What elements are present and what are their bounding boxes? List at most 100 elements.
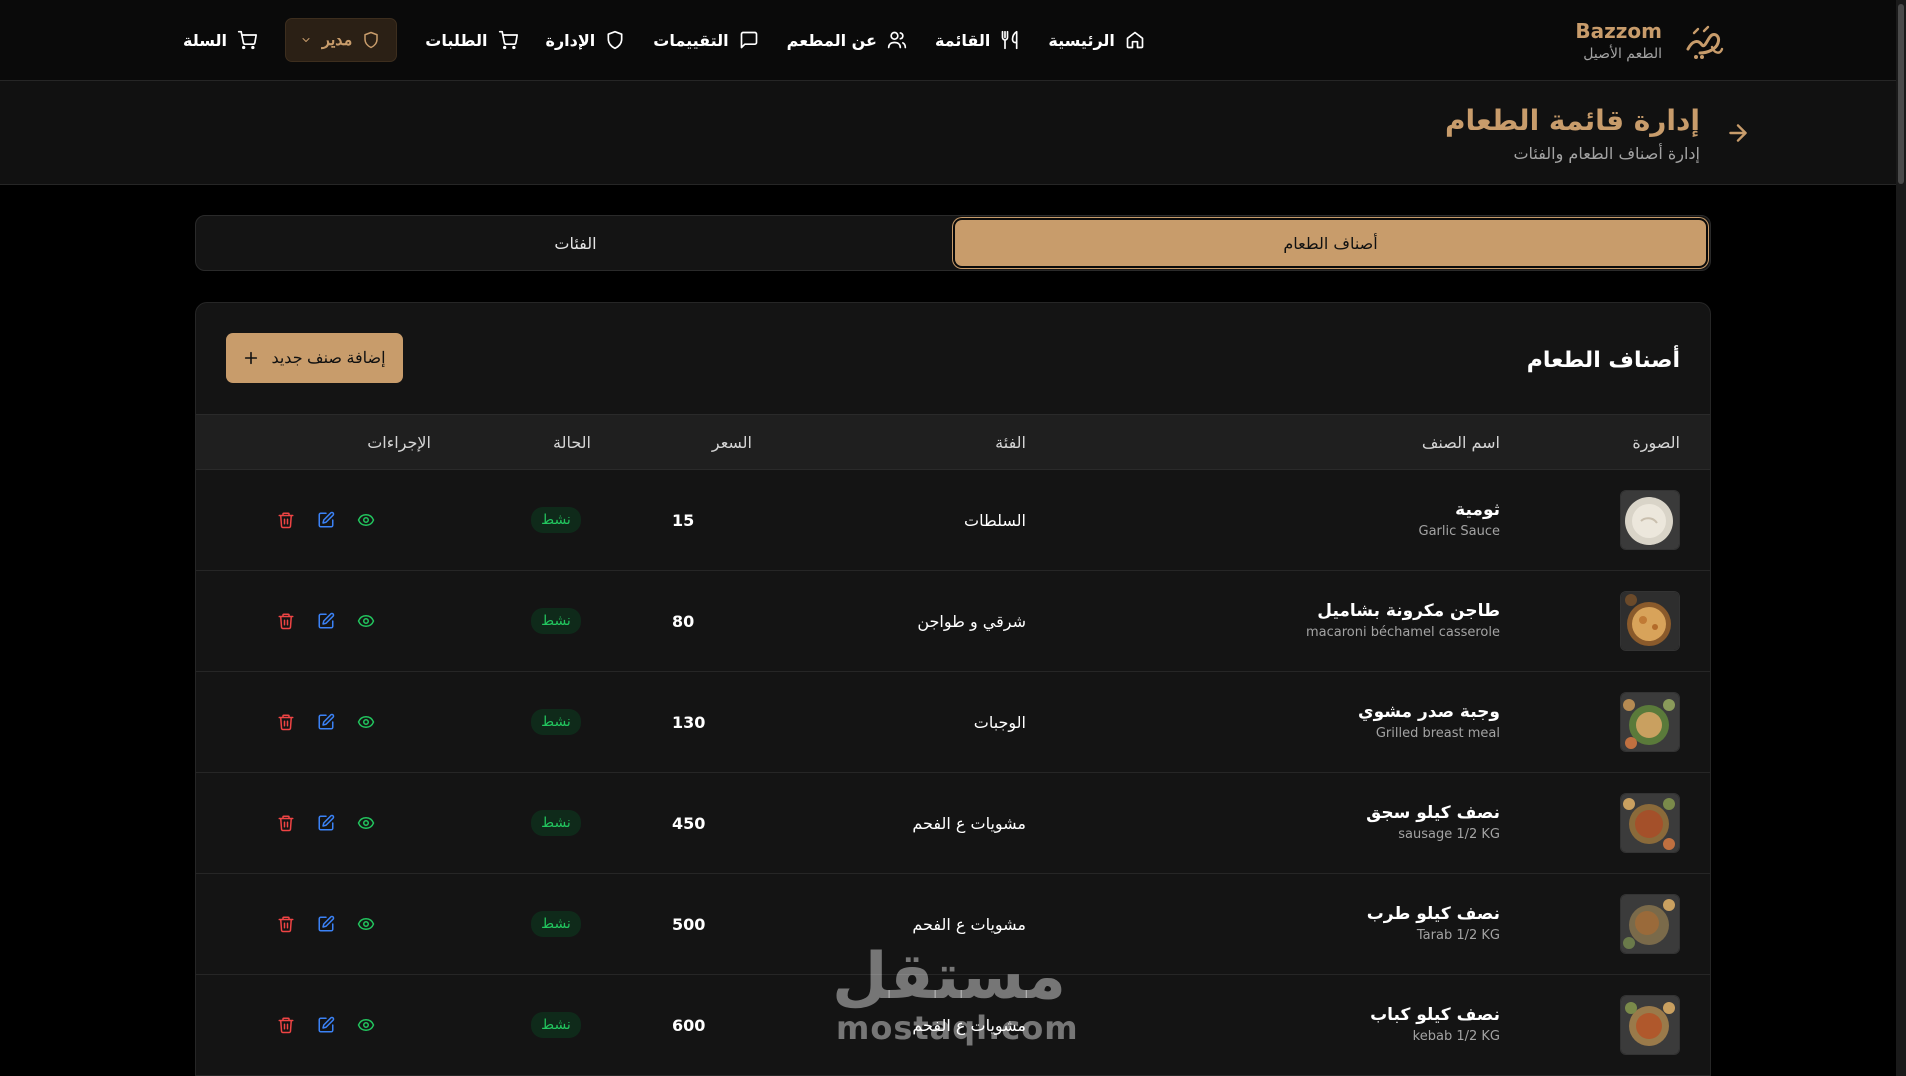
nav-menu[interactable]: القائمة — [935, 30, 1020, 50]
view-button[interactable] — [354, 609, 378, 633]
brand-text: Bazzom الطعم الأصيل — [1575, 18, 1662, 64]
nav-home[interactable]: الرئيسية — [1048, 30, 1145, 50]
eye-icon — [357, 918, 375, 930]
page-subtitle: إدارة أصناف الطعام والفئات — [1513, 144, 1700, 163]
item-image-cell — [1620, 874, 1680, 974]
nav-orders[interactable]: الطلبات — [425, 30, 518, 50]
item-price: 80 — [672, 611, 695, 631]
nav-orders-label: الطلبات — [425, 30, 488, 50]
page-header: إدارة قائمة الطعام إدارة أصناف الطعام وا… — [0, 81, 1906, 185]
table-header: الصورة اسم الصنف الفئة السعر الحالة الإج… — [196, 414, 1710, 470]
top-navbar: Bazzom الطعم الأصيل الرئيسية القائمة عن … — [0, 0, 1906, 81]
edit-button[interactable] — [314, 1013, 338, 1037]
item-image-cell — [1620, 571, 1680, 671]
item-image-cell — [1620, 773, 1680, 873]
scrollbar-thumb[interactable] — [1898, 4, 1904, 184]
nav-reviews[interactable]: التقييمات — [653, 30, 758, 50]
edit-button[interactable] — [314, 609, 338, 633]
delete-button[interactable] — [274, 1013, 298, 1037]
item-category: مشويات ع الفحم — [912, 813, 1026, 833]
item-thumbnail — [1620, 894, 1680, 954]
item-name-cell: وجبة صدر مشوي Grilled breast meal — [1140, 672, 1500, 772]
tab-food-items[interactable]: أصناف الطعام — [955, 220, 1706, 266]
page: Bazzom الطعم الأصيل الرئيسية القائمة عن … — [0, 0, 1906, 1076]
utensils-icon — [1002, 30, 1018, 50]
nav-about[interactable]: عن المطعم — [787, 30, 907, 50]
view-button[interactable] — [354, 508, 378, 532]
item-price: 500 — [672, 914, 706, 934]
item-status-cell: نشط — [521, 975, 591, 1075]
edit-icon — [318, 713, 335, 730]
delete-button[interactable] — [274, 710, 298, 734]
nav-about-label: عن المطعم — [786, 30, 877, 50]
role-dropdown[interactable]: مدير — [285, 18, 398, 62]
view-button[interactable] — [354, 811, 378, 835]
column-header-actions: الإجراءات — [367, 433, 431, 452]
edit-button[interactable] — [314, 710, 338, 734]
table-row: نصف كيلو كباب kebab 1/2 KG مشويات ع الفح… — [196, 975, 1710, 1076]
eye-icon — [357, 615, 375, 627]
brand-tagline: الطعم الأصيل — [1583, 46, 1662, 62]
delete-button[interactable] — [274, 508, 298, 532]
delete-button[interactable] — [274, 912, 298, 936]
item-name-cell: نصف كيلو سجق sausage 1/2 KG — [1140, 773, 1500, 873]
item-actions — [274, 672, 394, 772]
item-actions — [274, 571, 394, 671]
delete-button[interactable] — [274, 811, 298, 835]
brand[interactable]: Bazzom الطعم الأصيل — [1575, 16, 1726, 66]
item-image-cell — [1620, 975, 1680, 1075]
view-button[interactable] — [354, 1013, 378, 1037]
view-button[interactable] — [354, 710, 378, 734]
nav-admin-label: الإدارة — [545, 30, 596, 50]
item-name-arabic: نصف كيلو طرب — [1366, 904, 1500, 924]
nav-admin[interactable]: الإدارة — [546, 30, 626, 50]
add-item-label: إضافة صنف جديد — [271, 350, 386, 367]
item-name-cell: نصف كيلو طرب Tarab 1/2 KG — [1140, 874, 1500, 974]
status-badge: نشط — [531, 810, 581, 836]
status-badge: نشط — [531, 608, 581, 634]
edit-icon — [318, 915, 335, 932]
nav-reviews-label: التقييمات — [653, 30, 729, 50]
trash-icon — [278, 815, 294, 832]
item-category: شرقي و طواجن — [917, 611, 1026, 631]
calligraphy-logo-icon — [1686, 25, 1724, 59]
trash-icon — [278, 916, 294, 933]
tabs: أصناف الطعام الفئات — [195, 215, 1711, 271]
item-image-cell — [1620, 672, 1680, 772]
item-thumbnail — [1620, 591, 1680, 651]
item-category: مشويات ع الفحم — [912, 914, 1026, 934]
tab-categories[interactable]: الفئات — [200, 220, 951, 266]
edit-icon — [318, 612, 335, 629]
table-row: نصف كيلو طرب Tarab 1/2 KG مشويات ع الفحم… — [196, 874, 1710, 975]
page-scrollbar[interactable] — [1896, 0, 1906, 1076]
edit-button[interactable] — [314, 811, 338, 835]
status-badge: نشط — [531, 911, 581, 937]
item-name-cell: طاجن مكرونة بشاميل macaroni béchamel cas… — [1140, 571, 1500, 671]
shopping-cart-icon — [498, 30, 518, 50]
view-button[interactable] — [354, 912, 378, 936]
edit-icon — [318, 814, 335, 831]
shield-icon — [364, 31, 379, 49]
status-badge: نشط — [531, 709, 581, 735]
item-price: 450 — [672, 813, 706, 833]
plus-icon — [245, 351, 258, 365]
edit-button[interactable] — [314, 508, 338, 532]
edit-button[interactable] — [314, 912, 338, 936]
item-name-english: Garlic Sauce — [1418, 524, 1501, 539]
arrow-right-icon — [1729, 124, 1747, 142]
item-name-english: Grilled breast meal — [1375, 726, 1500, 741]
table-row: طاجن مكرونة بشاميل macaroni béchamel cas… — [196, 571, 1710, 672]
shopping-cart-icon — [237, 30, 258, 50]
item-image-cell — [1620, 470, 1680, 570]
column-header-name: اسم الصنف — [1421, 433, 1500, 452]
back-button[interactable] — [1720, 115, 1756, 151]
status-badge: نشط — [531, 1012, 581, 1038]
delete-button[interactable] — [274, 609, 298, 633]
add-item-button[interactable]: إضافة صنف جديد — [226, 333, 403, 383]
item-name-cell: ثومية Garlic Sauce — [1140, 470, 1501, 570]
nav-home-label: الرئيسية — [1048, 30, 1115, 50]
item-actions — [274, 773, 394, 873]
item-status-cell: نشط — [521, 773, 591, 873]
nav-cart[interactable]: السلة — [183, 30, 258, 50]
item-price: 15 — [672, 510, 695, 530]
